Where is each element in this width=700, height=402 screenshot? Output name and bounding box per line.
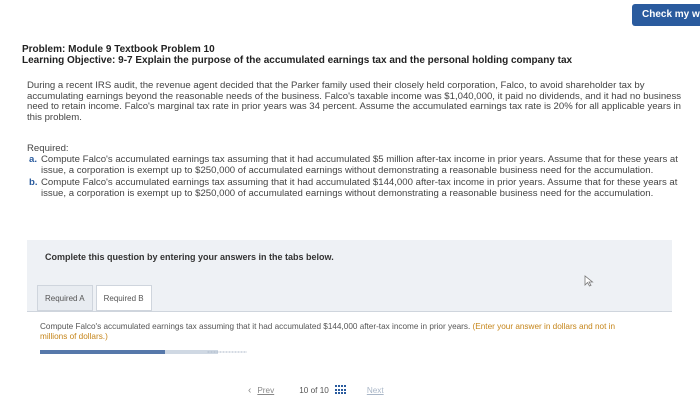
tab-instruction-text: Compute Falco's accumulated earnings tax… <box>40 322 471 331</box>
required-item-text: Compute Falco's accumulated earnings tax… <box>41 154 678 176</box>
tab-bar: Required A Required B <box>37 285 152 311</box>
objective-label: Learning Objective: 9-7 <box>22 55 133 66</box>
required-item-b: b. Compute Falco's accumulated earnings … <box>27 177 682 199</box>
problem-intro: During a recent IRS audit, the revenue a… <box>27 80 682 123</box>
required-heading: Required: <box>27 143 69 154</box>
panel-instruction: Complete this question by entering your … <box>45 252 334 262</box>
chevron-left-icon[interactable]: ‹ <box>248 385 251 396</box>
tab-required-a[interactable]: Required A <box>37 285 93 311</box>
required-item-letter: a. <box>29 154 38 165</box>
next-button[interactable]: Next <box>367 386 384 395</box>
objective-text: Explain the purpose of the accumulated e… <box>132 55 573 66</box>
progress-fill <box>40 350 165 354</box>
prev-button[interactable]: Prev <box>257 386 274 395</box>
progress-dots <box>207 351 247 353</box>
page-indicator: 10 of 10 <box>299 386 329 395</box>
learning-objective: Learning Objective: 9-7 Explain the purp… <box>22 55 572 66</box>
progress-bar <box>40 350 218 354</box>
page-total: 10 <box>319 385 329 395</box>
required-item-a: a. Compute Falco's accumulated earnings … <box>27 154 682 176</box>
tab-required-b[interactable]: Required B <box>95 285 152 311</box>
problem-title: Problem: Module 9 Textbook Problem 10 <box>22 44 215 55</box>
required-item-letter: b. <box>29 177 38 189</box>
answer-panel: Complete this question by entering your … <box>27 240 672 393</box>
page-separator: of <box>310 385 318 395</box>
required-item-text: Compute Falco's accumulated earnings tax… <box>41 177 678 199</box>
check-my-work-button[interactable]: Check my w <box>632 4 700 26</box>
question-navigation: ‹ Prev 10 of 10 Next <box>248 382 384 398</box>
mouse-cursor-icon <box>584 274 594 287</box>
required-list: a. Compute Falco's accumulated earnings … <box>27 154 682 201</box>
page-current: 10 <box>299 385 309 395</box>
tab-instruction: Compute Falco's accumulated earnings tax… <box>40 322 640 342</box>
grid-icon[interactable] <box>334 385 347 395</box>
tab-content: Compute Falco's accumulated earnings tax… <box>27 311 672 393</box>
